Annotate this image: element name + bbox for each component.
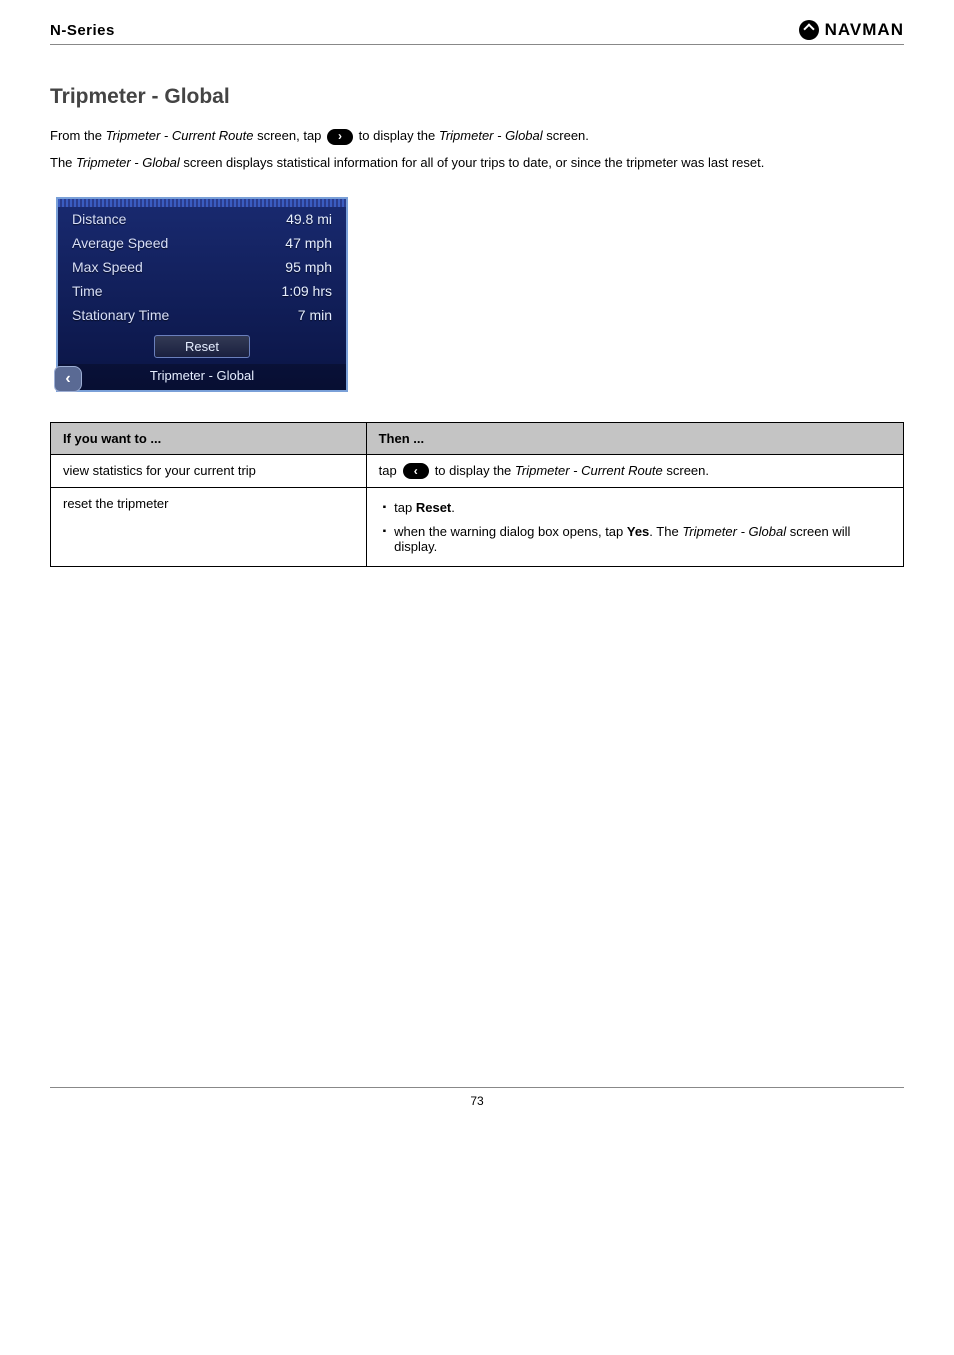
metric-value: 49.8 mi <box>286 211 332 227</box>
table-cell: reset the tripmeter <box>51 487 367 566</box>
text: to display the <box>355 128 439 143</box>
table-row: reset the tripmeter tap Reset. when the … <box>51 487 904 566</box>
table-head-right: Then ... <box>366 422 903 454</box>
metric-row: Distance 49.8 mi <box>58 207 346 231</box>
metric-value: 95 mph <box>285 259 332 275</box>
metric-row: Average Speed 47 mph <box>58 231 346 255</box>
text: Reset <box>416 500 451 515</box>
reset-row: Reset <box>58 327 346 364</box>
text: From the <box>50 128 106 143</box>
section-title: Tripmeter - Global <box>50 85 904 109</box>
text: Tripmeter - Current Route <box>515 463 663 478</box>
metric-value: 1:09 hrs <box>281 283 332 299</box>
table-cell: view statistics for your current trip <box>51 454 367 487</box>
text: screen, tap <box>253 128 325 143</box>
table-cell: tap Reset. when the warning dialog box o… <box>366 487 903 566</box>
text: screen displays statistical information … <box>180 155 765 170</box>
text: to display the <box>435 463 515 478</box>
page-number: 73 <box>470 1094 483 1108</box>
device-screenshot: Distance 49.8 mi Average Speed 47 mph Ma… <box>56 197 348 392</box>
text: Tripmeter - Global <box>76 155 180 170</box>
metric-value: 47 mph <box>285 235 332 251</box>
text: screen. <box>543 128 589 143</box>
metric-label: Stationary Time <box>72 307 169 323</box>
metric-row: Max Speed 95 mph <box>58 255 346 279</box>
metric-row: Stationary Time 7 min <box>58 303 346 327</box>
text: screen. <box>663 463 709 478</box>
chevron-right-icon: › <box>327 129 353 145</box>
metric-value: 7 min <box>298 307 332 323</box>
metric-label: Average Speed <box>72 235 168 251</box>
header-title: N-Series <box>50 22 115 39</box>
text: Tripmeter - Global <box>682 524 786 539</box>
paragraph-1: From the Tripmeter - Current Route scree… <box>50 127 904 146</box>
text: Tripmeter - Current Route <box>106 128 254 143</box>
brand-text: NAVMAN <box>825 20 904 40</box>
text: The <box>50 155 76 170</box>
page-footer: 73 <box>50 1087 904 1108</box>
text: when the warning dialog box opens, tap <box>394 524 627 539</box>
text: to display the Tripmeter - Current Route… <box>435 463 709 478</box>
list-item: tap Reset. <box>383 496 891 520</box>
reset-button[interactable]: Reset <box>154 335 250 358</box>
metric-label: Distance <box>72 211 126 227</box>
page-header: N-Series NAVMAN <box>50 20 904 45</box>
navman-logo-icon <box>799 20 819 40</box>
paragraph-2: The Tripmeter - Global screen displays s… <box>50 154 904 173</box>
brand: NAVMAN <box>799 20 904 40</box>
chevron-left-icon: ‹ <box>403 463 429 479</box>
action-table: If you want to ... Then ... view statist… <box>50 422 904 567</box>
device-titlebar <box>58 199 346 207</box>
text: Yes <box>627 524 649 539</box>
metric-label: Max Speed <box>72 259 143 275</box>
metric-label: Time <box>72 283 103 299</box>
table-cell: tap ‹ to display the Tripmeter - Current… <box>366 454 903 487</box>
device-bottombar: Tripmeter - Global ‹ <box>58 364 346 390</box>
text: tap <box>379 463 397 478</box>
text: . <box>451 500 455 515</box>
metric-row: Time 1:09 hrs <box>58 279 346 303</box>
list-item: when the warning dialog box opens, tap Y… <box>383 520 891 558</box>
device-bottom-title: Tripmeter - Global <box>58 368 346 383</box>
text: tap <box>394 500 416 515</box>
table-head-left: If you want to ... <box>51 422 367 454</box>
text: Tripmeter - Global <box>439 128 543 143</box>
text: . The <box>649 524 682 539</box>
back-button[interactable]: ‹ <box>54 366 82 392</box>
table-row: view statistics for your current trip ta… <box>51 454 904 487</box>
